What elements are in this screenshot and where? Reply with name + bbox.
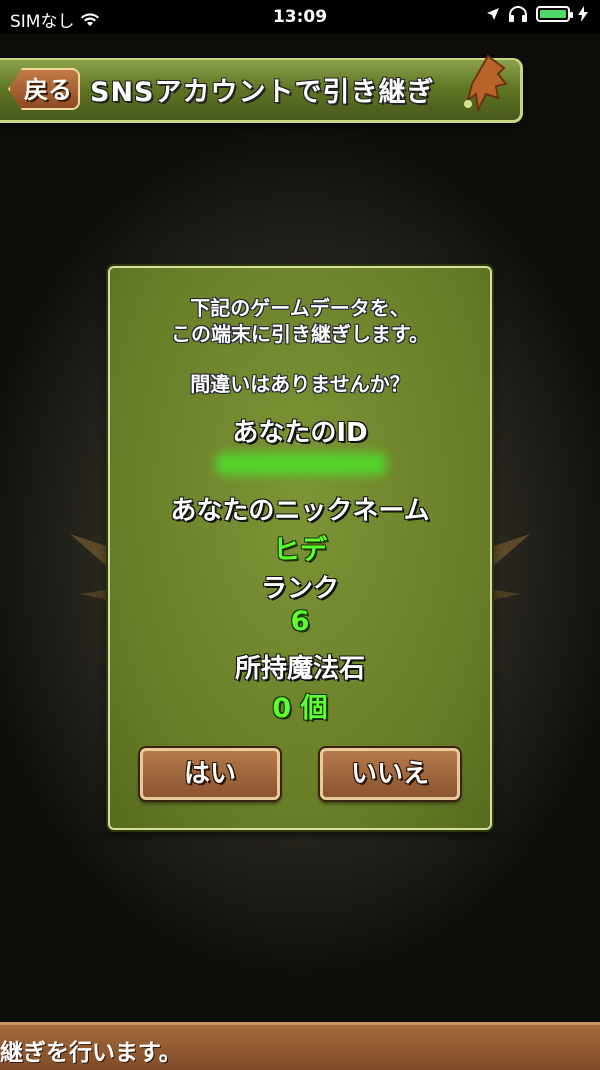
bottom-message-bar: 継ぎを行います。 [0,1022,600,1070]
no-button[interactable]: いいえ [320,748,460,800]
page-title: SNSアカウントで引き継ぎ [90,77,435,108]
message-line-1: 下記のゲームデータを、 [190,296,410,320]
message-line-2: この端末に引き継ぎします。 [171,322,429,346]
battery-level [540,10,566,18]
status-bar: SIMなし 13:09 [0,0,600,34]
dragon-wing-icon [464,54,508,112]
battery-icon [536,6,573,22]
location-arrow-icon [487,8,499,20]
headphones-icon [509,6,527,22]
magic-stones-label: 所持魔法石 [234,654,365,684]
nickname-label: あなたのニックネーム [170,496,430,526]
id-value-redacted [216,453,386,475]
rank-value: 6 [290,606,310,637]
id-label: あなたのID [232,418,368,448]
confirm-dialog: 下記のゲームデータを、 この端末に引き継ぎします。 間違いはありませんか？ あな… [108,266,492,830]
magic-stones-value: 0 個 [272,693,328,724]
status-right [486,6,588,22]
bottom-message: 継ぎを行います。 [0,1040,182,1066]
confirm-question: 間違いはありませんか？ [190,372,410,396]
back-button[interactable]: 戻る [8,68,80,110]
charging-bolt-icon [578,6,588,22]
yes-button[interactable]: はい [140,748,280,800]
nickname-value: ヒデ [273,535,327,566]
header-bar: 戻る SNSアカウントで引き継ぎ [0,58,523,123]
rank-label: ランク [260,574,339,604]
